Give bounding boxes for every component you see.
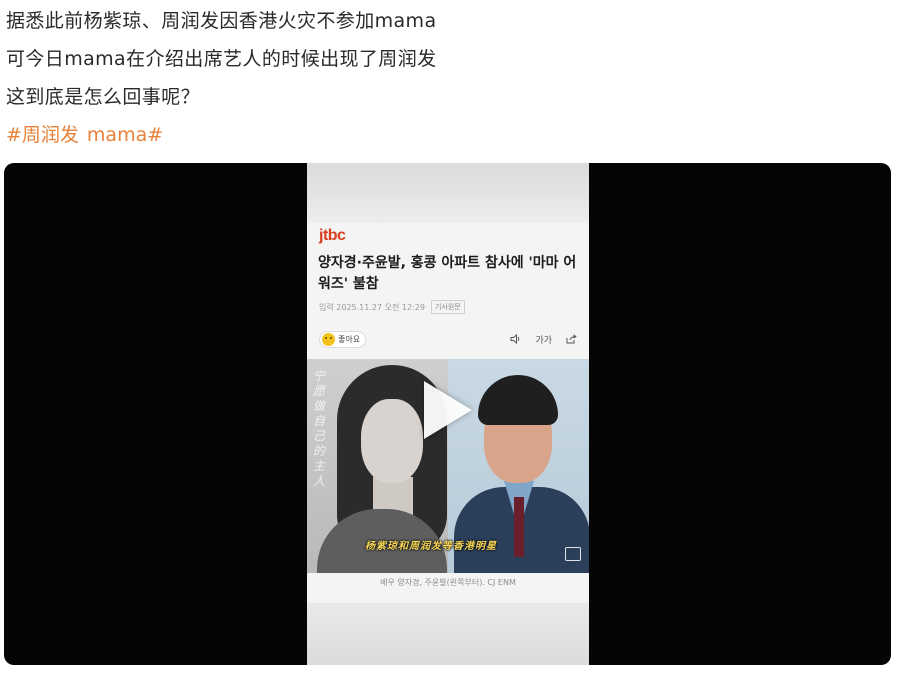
article-headline: 양자경·주윤발, 홍콩 아파트 참사에 '마마 어워즈' 불참 [318, 255, 577, 292]
original-article-badge: 기사원문 [430, 300, 465, 314]
article-meta: 입력 2025.11.27 오전 12:29 기사원문 [319, 300, 465, 314]
video-subtitle: 杨紫琼和周润发等香港明星 [365, 541, 497, 552]
font-size-icon: 가가 [535, 335, 552, 346]
frame-bottom-fade [307, 603, 589, 665]
play-icon[interactable] [424, 381, 472, 439]
share-icon [566, 334, 577, 344]
frame-top-fade [307, 163, 589, 223]
hashtag-line: #周润发 mama# [6, 116, 886, 154]
hair-shape [478, 375, 558, 425]
picture-in-picture-icon[interactable] [565, 547, 581, 561]
post-line-1: 据悉此前杨紫琼、周润发因香港火灾不参加mama [6, 10, 437, 32]
photo-credit: 배우 양자경, 주윤발(왼쪽부터). CJ ENM [380, 578, 516, 587]
smile-emoji-icon [322, 332, 335, 346]
like-reaction-button: 좋아요 [319, 330, 367, 348]
reaction-row: 좋아요 가가 [319, 328, 577, 350]
speaker-icon [510, 334, 520, 344]
post-line-3: 这到底是怎么回事呢？ [6, 86, 201, 108]
jtbc-logo: jtbc [319, 227, 346, 244]
post-line-2: 可今日mama在介绍出席艺人的时候出现了周润发 [6, 48, 437, 70]
hashtag-zhou-runfa[interactable]: #周润发 [6, 124, 79, 146]
article-tools: 가가 [510, 333, 577, 346]
article-date: 입력 2025.11.27 오전 12:29 [319, 302, 425, 312]
calligraphy-text: 宁愿做自己的主人 [313, 369, 326, 488]
like-reaction-label: 좋아요 [338, 334, 361, 344]
hashtag-mama[interactable]: mama# [87, 124, 163, 146]
face-shape [361, 399, 423, 483]
post-text: 据悉此前杨紫琼、周润发因香港火灾不参加mama 可今日mama在介绍出席艺人的时… [6, 2, 886, 154]
video-player[interactable]: jtbc 양자경·주윤발, 홍콩 아파트 참사에 '마마 어워즈' 불참 입력 … [4, 163, 891, 665]
tie-shape [514, 497, 524, 557]
